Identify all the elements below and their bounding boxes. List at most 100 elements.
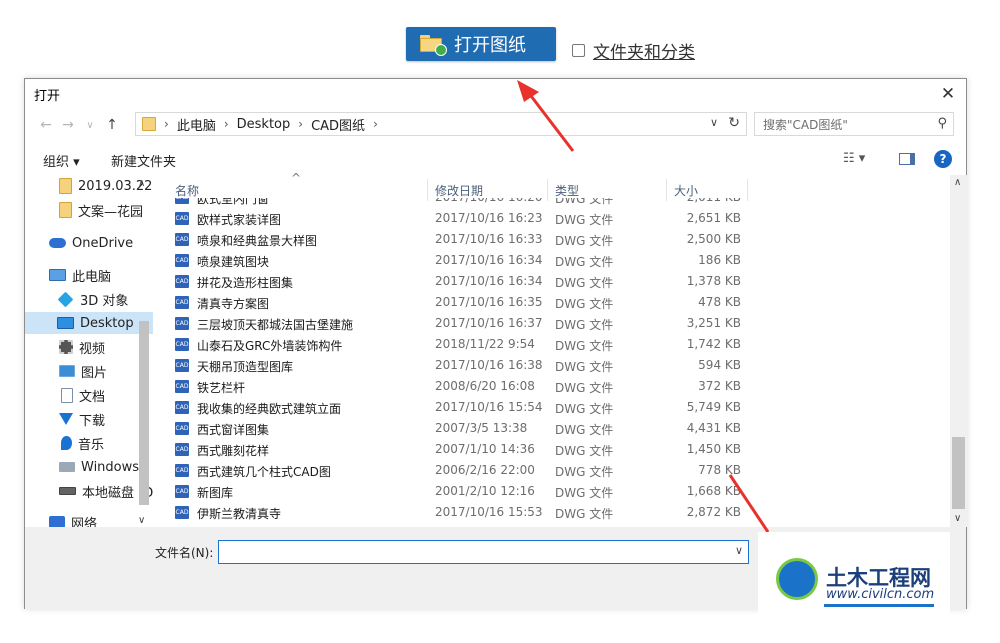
dwg-file-icon: CAD <box>175 275 189 288</box>
table-row[interactable]: CAD 西式窗详图集 2007/3/5 13:38 DWG 文件 4,431 KB <box>163 418 951 439</box>
file-name: 欧式室内门窗 <box>197 198 270 206</box>
file-type: DWG 文件 <box>555 276 614 290</box>
breadcrumb-desktop[interactable]: Desktop <box>237 117 291 132</box>
sidebar-item-label: 此电脑 <box>72 269 112 285</box>
file-size: 372 KB <box>698 379 741 393</box>
search-placeholder: 搜索"CAD图纸" <box>763 117 848 132</box>
column-header-modified[interactable]: 修改日期 <box>435 182 483 199</box>
filename-input[interactable] <box>218 540 749 564</box>
chevron-down-icon[interactable]: ∨ <box>710 116 718 129</box>
watermark-underline <box>824 604 934 607</box>
file-name: 伊斯兰教清真寺 <box>197 507 282 521</box>
refresh-icon[interactable]: ↻ <box>728 115 740 131</box>
dwg-file-icon: CAD <box>175 506 189 519</box>
sidebar-item-downloads[interactable]: 下载 <box>25 408 153 430</box>
sidebar-item-local-disk-d[interactable]: 本地磁盘 (D <box>25 480 153 502</box>
file-type: DWG 文件 <box>555 297 614 311</box>
scroll-up-icon[interactable]: ∧ <box>954 177 961 188</box>
preview-pane-icon[interactable] <box>899 153 915 165</box>
table-row[interactable]: CAD 我收集的经典欧式建筑立面 2017/10/16 15:54 DWG 文件 5,7… <box>163 397 951 418</box>
dwg-file-icon: CAD <box>175 485 189 498</box>
scroll-down-icon[interactable]: ∨ <box>954 513 961 524</box>
forward-arrow-icon[interactable]: → <box>57 117 79 133</box>
onedrive-icon <box>49 238 66 248</box>
column-header-name[interactable]: 名称 <box>175 182 199 199</box>
scrollbar-thumb[interactable] <box>952 437 965 509</box>
sidebar-scrollbar-thumb[interactable] <box>139 321 149 505</box>
sidebar-item-pictures[interactable]: 图片 <box>25 360 153 382</box>
sidebar-item-wenan-garden[interactable]: 文案—花园 <box>25 199 153 221</box>
table-row[interactable]: CAD 伊斯兰教清真寺 2017/10/16 15:53 DWG 文件 2,872 KB <box>163 502 951 523</box>
dwg-file-icon: CAD <box>175 212 189 225</box>
folder-category-option[interactable]: 文件夹和分类 <box>572 38 695 63</box>
table-row[interactable]: CAD 西式雕刻花样 2007/1/10 14:36 DWG 文件 1,450 KB <box>163 439 951 460</box>
navigation-pane: 2019.03.22 文案—花园 OneDrive 此电脑 3D 对象 Desk… <box>25 175 153 527</box>
table-row[interactable]: CAD 新图库 2001/2/10 12:16 DWG 文件 1,668 KB <box>163 481 951 502</box>
file-name: 西式雕刻花样 <box>197 444 270 458</box>
sidebar-item-this-pc[interactable]: 此电脑 <box>25 264 153 286</box>
dwg-file-icon: CAD <box>175 380 189 393</box>
table-row[interactable]: CAD 喷泉和经典盆景大样图 2017/10/16 16:33 DWG 文件 2,500… <box>163 229 951 250</box>
address-row: ← → ∨ ↑ › 此电脑 › Desktop › CAD图纸 › ∨ ↻ 搜索… <box>25 112 966 138</box>
command-bar: 组织 ▾ 新建文件夹 ☷ ▾ ? <box>25 149 966 171</box>
file-name: 西式窗详图集 <box>197 423 270 437</box>
breadcrumb-cad-drawings[interactable]: CAD图纸 <box>311 115 365 134</box>
table-row[interactable]: CAD 欧样式家装详图 2017/10/16 16:23 DWG 文件 2,651 KB <box>163 208 951 229</box>
folder-category-label[interactable]: 文件夹和分类 <box>593 38 695 63</box>
organize-button[interactable]: 组织 ▾ <box>43 151 80 170</box>
folder-category-checkbox[interactable] <box>572 44 585 57</box>
up-arrow-icon[interactable]: ↑ <box>101 117 123 133</box>
sidebar-item-onedrive[interactable]: OneDrive <box>25 232 153 254</box>
table-row[interactable]: CAD 拼花及造形柱图集 2017/10/16 16:34 DWG 文件 1,378 K… <box>163 271 951 292</box>
sidebar-item-network[interactable]: 网络 <box>25 511 153 527</box>
music-icon <box>61 436 72 450</box>
network-icon <box>49 516 65 527</box>
sidebar-item-music[interactable]: 音乐 <box>25 432 153 454</box>
sidebar-item-label: 文档 <box>79 389 106 405</box>
file-modified: 2001/2/10 12:16 <box>435 484 535 498</box>
table-row[interactable]: CAD 欧式室内门窗 2017/10/16 16:20 DWG 文件 2,011 KB <box>163 198 951 208</box>
sidebar-item-2019-03-22[interactable]: 2019.03.22 <box>25 175 153 197</box>
file-size: 186 KB <box>698 253 741 267</box>
sidebar-scroll-up-icon[interactable]: ∧ <box>138 178 145 189</box>
sidebar-item-label: 网络 <box>71 516 98 528</box>
table-row[interactable]: CAD 铁艺栏杆 2008/6/20 16:08 DWG 文件 372 KB <box>163 376 951 397</box>
table-row[interactable]: CAD 西式建筑几个柱式CAD图 2006/2/16 22:00 DWG 文件 778 … <box>163 460 951 481</box>
table-row[interactable]: CAD 天棚吊顶造型图库 2017/10/16 16:38 DWG 文件 594 KB <box>163 355 951 376</box>
table-row[interactable]: CAD 清真寺方案图 2017/10/16 16:35 DWG 文件 478 KB <box>163 292 951 313</box>
help-icon[interactable]: ? <box>934 150 952 168</box>
file-size: 1,450 KB <box>686 442 741 456</box>
table-row[interactable]: CAD 三层坡顶天都城法国古堡建施 2017/10/16 16:37 DWG 文件 3,… <box>163 313 951 334</box>
file-size: 4,431 KB <box>686 421 741 435</box>
recent-locations-chevron-icon[interactable]: ∨ <box>79 120 101 131</box>
new-folder-button[interactable]: 新建文件夹 <box>111 151 176 170</box>
dialog-title-bar: 打开 ✕ <box>25 79 966 109</box>
back-arrow-icon[interactable]: ← <box>35 117 57 133</box>
dwg-file-icon: CAD <box>175 443 189 456</box>
close-icon[interactable]: ✕ <box>938 84 958 104</box>
file-modified: 2017/10/16 16:38 <box>435 358 543 372</box>
file-type: DWG 文件 <box>555 423 614 437</box>
table-row[interactable]: CAD 喷泉建筑图块 2017/10/16 16:34 DWG 文件 186 KB <box>163 250 951 271</box>
view-options-icon[interactable]: ☷ ▾ <box>843 151 865 166</box>
file-list-scrollbar[interactable]: ∧ ∨ <box>950 175 967 527</box>
sidebar-item-desktop[interactable]: Desktop <box>25 312 153 334</box>
file-size: 3,251 KB <box>686 316 741 330</box>
sidebar-item-documents[interactable]: 文档 <box>25 384 153 406</box>
file-type: DWG 文件 <box>555 444 614 458</box>
file-modified: 2017/10/16 15:53 <box>435 505 543 519</box>
column-header-type[interactable]: 类型 <box>555 182 579 199</box>
dwg-file-icon: CAD <box>175 464 189 477</box>
breadcrumb-this-pc[interactable]: 此电脑 <box>177 115 216 134</box>
sidebar-item-3d-objects[interactable]: 3D 对象 <box>25 288 153 310</box>
search-input[interactable]: 搜索"CAD图纸" ⚲ <box>754 112 954 136</box>
sidebar-item-videos[interactable]: 视频 <box>25 336 153 358</box>
filename-dropdown-icon[interactable]: ∨ <box>735 544 743 557</box>
table-row[interactable]: CAD 山泰石及GRC外墙装饰构件 2018/11/22 9:54 DWG 文件 1,7… <box>163 334 951 355</box>
sidebar-item-windows-drive[interactable]: Windows <box>25 456 153 478</box>
open-drawing-button[interactable]: 打开图纸 <box>406 27 556 61</box>
column-header-size[interactable]: 大小 <box>674 182 698 199</box>
sidebar-scroll-down-icon[interactable]: ∨ <box>138 515 145 526</box>
address-bar[interactable]: › 此电脑 › Desktop › CAD图纸 › ∨ ↻ <box>135 112 747 136</box>
breadcrumb-separator-icon: › <box>298 117 304 131</box>
